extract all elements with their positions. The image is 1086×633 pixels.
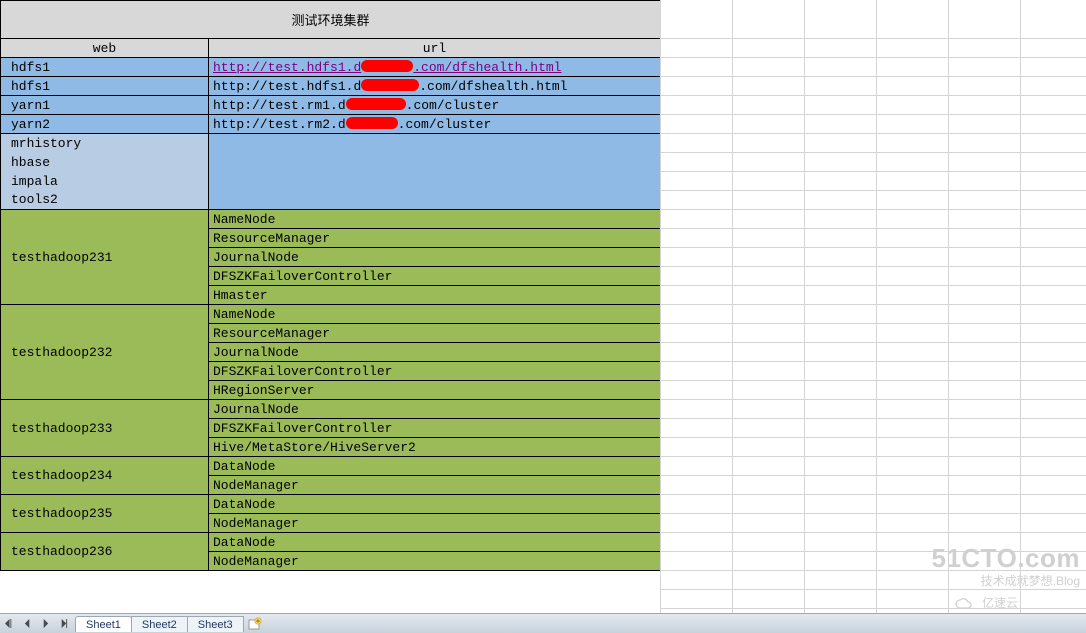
redaction-mark [361,60,413,72]
url-link[interactable]: http://test.hdfs1.d.com/dfshealth.html [213,79,567,94]
service-cell[interactable]: NodeManager [209,552,661,571]
host-name[interactable]: testhadoop231 [1,210,209,305]
service-cell[interactable]: NodeManager [209,514,661,533]
url-link[interactable]: http://test.hdfs1.d.com/dfshealth.html [213,60,561,75]
service-label[interactable]: impala [1,172,209,191]
web-label[interactable]: yarn2 [1,115,209,134]
tab-nav-prev[interactable] [19,616,35,632]
host-name[interactable]: testhadoop233 [1,400,209,457]
insert-sheet-button[interactable] [244,616,266,632]
service-cell[interactable]: HRegionServer [209,381,661,400]
column-header-web[interactable]: web [1,39,209,58]
url-cell[interactable]: http://test.rm1.d.com/cluster [209,96,661,115]
service-cell[interactable]: DFSZKFailoverController [209,362,661,381]
spreadsheet-area: 测试环境集群 web url hdfs1 http://test.hdfs1.d.… [0,0,1086,613]
service-cell[interactable]: DataNode [209,495,661,514]
sheet-tab-sheet1[interactable]: Sheet1 [75,616,132,632]
web-label[interactable]: hdfs1 [1,58,209,77]
table-title: 测试环境集群 [1,1,661,39]
host-name[interactable]: testhadoop234 [1,457,209,495]
url-cell[interactable]: http://test.hdfs1.d.com/dfshealth.html [209,77,661,96]
sheet-tab-sheet2[interactable]: Sheet2 [131,616,188,632]
service-cell[interactable]: Hmaster [209,286,661,305]
service-cell[interactable]: DataNode [209,533,661,552]
service-cell[interactable]: JournalNode [209,343,661,362]
tab-nav-last[interactable] [55,616,71,632]
service-cell[interactable]: JournalNode [209,248,661,267]
redaction-mark [346,117,398,129]
redaction-mark [346,98,406,110]
url-cell[interactable]: http://test.rm2.d.com/cluster [209,115,661,134]
url-cell[interactable]: http://test.hdfs1.d.com/dfshealth.html [209,58,661,77]
service-label[interactable]: hbase [1,153,209,172]
redaction-mark [361,79,419,91]
host-name[interactable]: testhadoop235 [1,495,209,533]
service-cell[interactable]: NameNode [209,210,661,229]
service-cell[interactable]: NodeManager [209,476,661,495]
url-link[interactable]: http://test.rm2.d.com/cluster [213,117,491,132]
data-table: 测试环境集群 web url hdfs1 http://test.hdfs1.d.… [0,0,661,571]
service-cell[interactable]: NameNode [209,305,661,324]
empty-merged-cell[interactable] [209,134,661,210]
url-link[interactable]: http://test.rm1.d.com/cluster [213,98,499,113]
service-cell[interactable]: Hive/MetaStore/HiveServer2 [209,438,661,457]
host-name[interactable]: testhadoop236 [1,533,209,571]
sheet-tab-sheet3[interactable]: Sheet3 [187,616,244,632]
empty-cells-area[interactable] [660,0,1086,613]
service-label[interactable]: mrhistory [1,134,209,153]
service-label[interactable]: tools2 [1,191,209,210]
web-label[interactable]: yarn1 [1,96,209,115]
sheet-tab-bar: Sheet1Sheet2Sheet3 [0,613,1086,633]
tab-nav-next[interactable] [37,616,53,632]
tab-nav-first[interactable] [1,616,17,632]
service-cell[interactable]: ResourceManager [209,324,661,343]
host-name[interactable]: testhadoop232 [1,305,209,400]
service-cell[interactable]: ResourceManager [209,229,661,248]
service-cell[interactable]: DFSZKFailoverController [209,419,661,438]
web-label[interactable]: hdfs1 [1,77,209,96]
service-cell[interactable]: JournalNode [209,400,661,419]
service-cell[interactable]: DataNode [209,457,661,476]
service-cell[interactable]: DFSZKFailoverController [209,267,661,286]
column-header-url[interactable]: url [209,39,661,58]
